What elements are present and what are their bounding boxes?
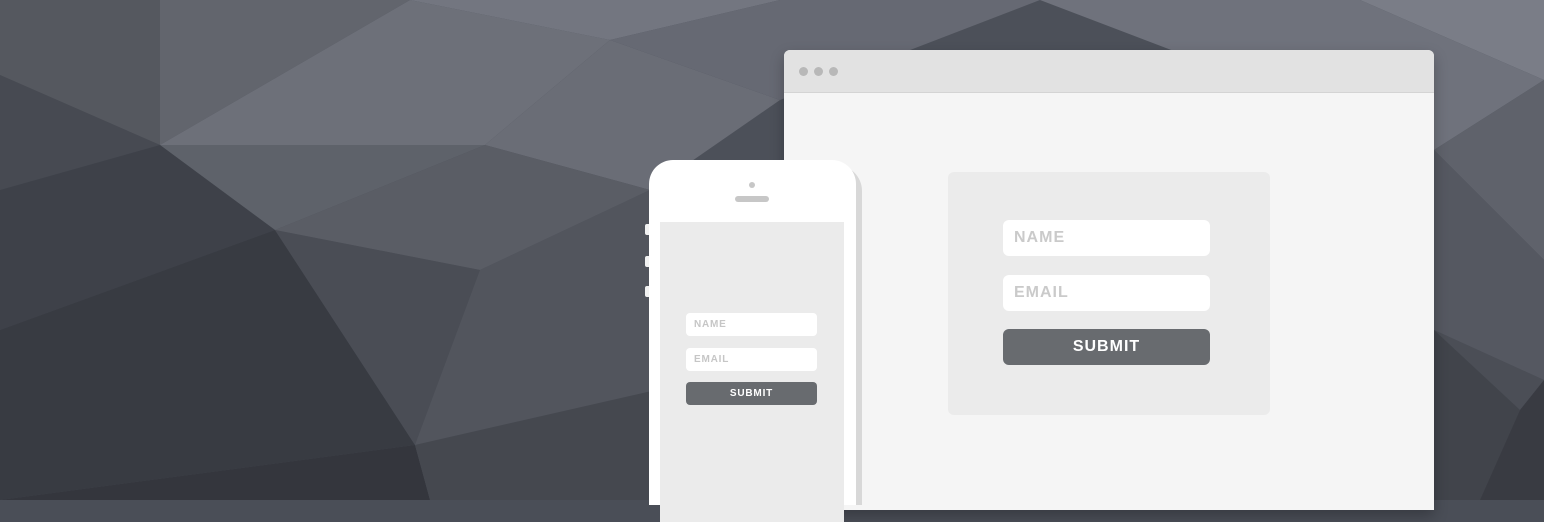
window-dot-icon [799, 67, 808, 76]
submit-button[interactable]: SUBMIT [1003, 329, 1210, 365]
mobile-submit-button[interactable]: SUBMIT [686, 382, 817, 405]
phone-side-button [645, 256, 649, 267]
window-dot-icon [814, 67, 823, 76]
mobile-name-field[interactable]: NAME [686, 313, 817, 336]
browser-window-mockup: NAME EMAIL SUBMIT [784, 50, 1434, 510]
phone-side-button [645, 224, 649, 235]
email-field[interactable]: EMAIL [1003, 275, 1210, 311]
browser-title-bar [784, 50, 1434, 93]
name-field[interactable]: NAME [1003, 220, 1210, 256]
mobile-email-field[interactable]: EMAIL [686, 348, 817, 371]
phone-speaker-icon [735, 196, 769, 202]
desktop-form-card: NAME EMAIL SUBMIT [948, 172, 1270, 415]
phone-camera-icon [749, 182, 755, 188]
phone-mockup: NAME EMAIL SUBMIT [645, 160, 856, 522]
window-dot-icon [829, 67, 838, 76]
phone-side-button [645, 286, 649, 297]
phone-screen: NAME EMAIL SUBMIT [660, 222, 844, 522]
